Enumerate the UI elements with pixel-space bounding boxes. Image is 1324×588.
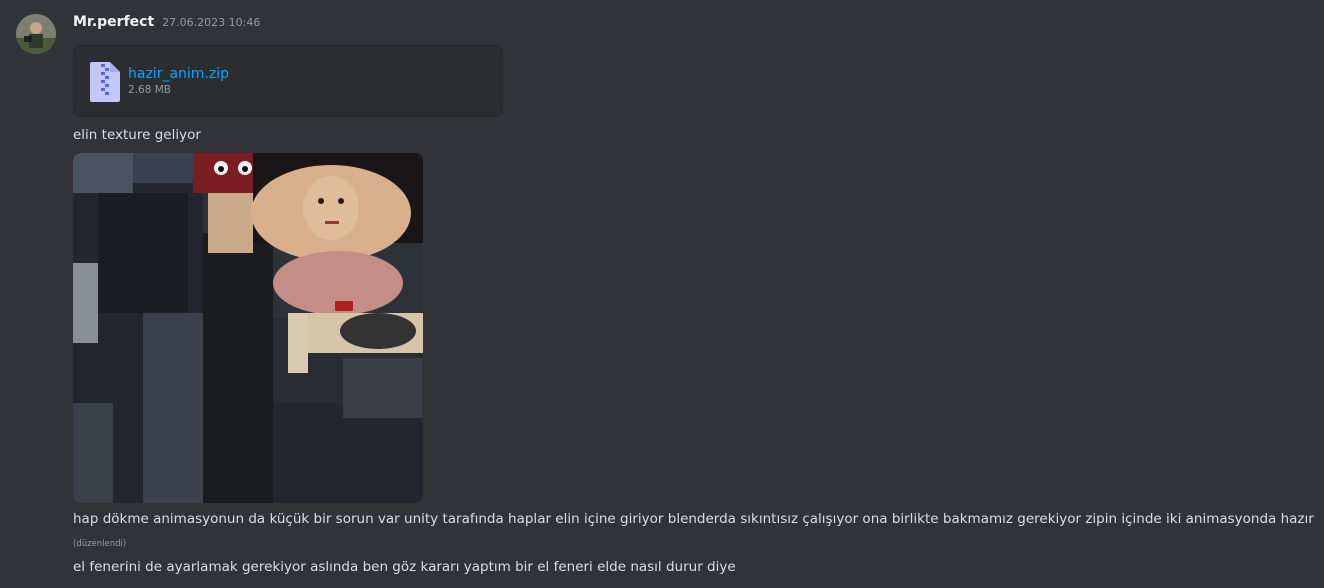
username[interactable]: Mr.perfect [73,14,154,30]
avatar[interactable] [16,14,56,54]
file-size: 2.68 MB [128,84,171,96]
message-text-2: hap dökme animasyonun da küçük bir sorun… [73,511,1314,527]
message-header: Mr.perfect 27.06.2023 10:46 [73,14,260,30]
timestamp[interactable]: 27.06.2023 10:46 [162,16,260,29]
zip-file-icon [90,62,120,102]
file-name-link[interactable]: hazir_anim.zip [128,66,229,82]
message-text-3: el fenerini de ayarlamak gerekiyor aslın… [73,559,736,575]
file-attachment: hazir_anim.zip 2.68 MB [73,45,503,117]
image-attachment[interactable] [73,153,423,503]
message-text-1: elin texture geliyor [73,127,201,143]
edited-label: (düzenlendi) [73,539,127,549]
texture-image [73,153,423,503]
